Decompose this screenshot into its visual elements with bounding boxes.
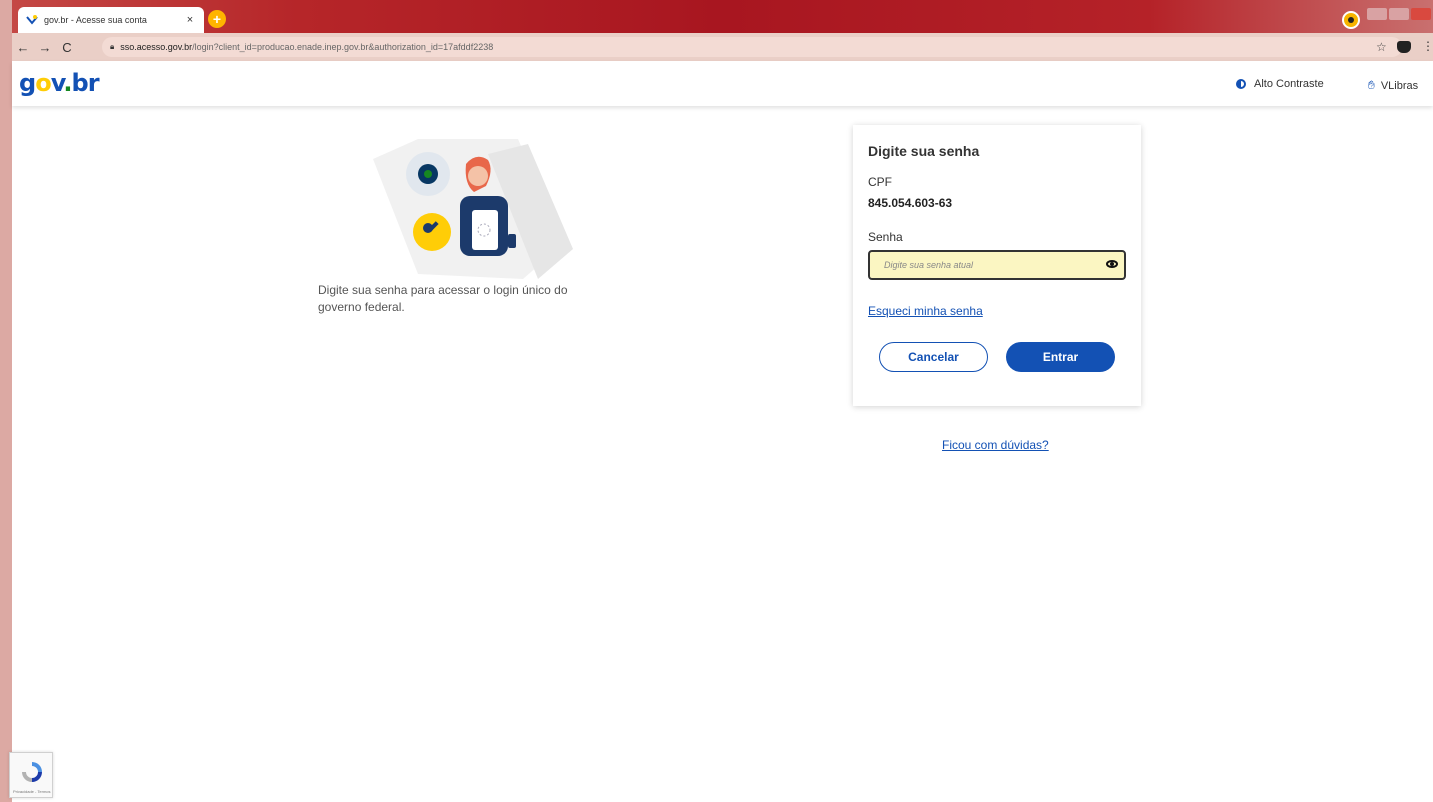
profile-icon[interactable] (1342, 11, 1360, 29)
password-card: Digite sua senha CPF 845.054.603-63 Senh… (853, 125, 1141, 406)
password-label: Senha (868, 230, 903, 244)
page-header: gov.br Alto Contraste ✋︎ VLibras (12, 61, 1433, 106)
password-input[interactable] (884, 260, 1094, 270)
high-contrast-label: Alto Contraste (1254, 78, 1324, 90)
logo-letter: r (87, 69, 100, 97)
extension-icon[interactable] (1397, 41, 1411, 53)
vlibras-hand-icon: ✋︎ (1368, 78, 1375, 92)
lock-icon[interactable]: 🔒︎ (110, 42, 114, 52)
contrast-icon (1236, 79, 1246, 89)
high-contrast-toggle[interactable]: Alto Contraste (1236, 78, 1324, 90)
logo-letter: b (71, 69, 89, 97)
window-controls (1367, 8, 1431, 20)
forward-arrow-icon[interactable]: → (34, 40, 56, 55)
show-password-eye-icon[interactable] (1106, 260, 1118, 268)
logo-letter: g (19, 69, 36, 97)
url-path: /login?client_id=producao.enade.inep.gov… (192, 42, 494, 52)
bookmark-star-icon[interactable]: ☆ (1376, 40, 1387, 54)
browser-window: gov.br - Acesse sua conta × + ← → C 🔒︎ s… (12, 0, 1433, 802)
cancel-button[interactable]: Cancelar (879, 342, 988, 372)
address-bar: ← → C 🔒︎ sso.acesso.gov.br /login?client… (12, 33, 1433, 61)
tab-close-icon[interactable]: × (184, 14, 196, 26)
forgot-password-link[interactable]: Esqueci minha senha (868, 304, 983, 318)
intro-description: Digite sua senha para acessar o login ún… (318, 283, 568, 314)
window-close-icon[interactable] (1411, 8, 1431, 20)
url-field[interactable]: 🔒︎ sso.acesso.gov.br /login?client_id=pr… (102, 37, 1402, 57)
browser-menu-icon[interactable]: ⋮ (1422, 39, 1433, 53)
tab-title: gov.br - Acesse sua conta (44, 15, 147, 25)
back-arrow-icon[interactable]: ← (12, 40, 34, 55)
vlibras-label: VLibras (1380, 79, 1419, 92)
maximize-icon[interactable] (1389, 8, 1409, 20)
browser-tab[interactable]: gov.br - Acesse sua conta × (18, 7, 204, 33)
govbr-favicon-icon (26, 14, 38, 26)
recaptcha-terms[interactable]: Privacidade - Termos (13, 789, 51, 794)
logo-letter: v (50, 69, 65, 97)
vlibras-button[interactable]: ✋︎ VLibras (1368, 78, 1418, 93)
cpf-label: CPF (868, 175, 892, 189)
recaptcha-badge[interactable]: Privacidade - Termos (9, 752, 53, 798)
recaptcha-icon (22, 762, 42, 782)
logo-letter: . (63, 69, 72, 97)
new-tab-button[interactable]: + (208, 10, 226, 28)
submit-button[interactable]: Entrar (1006, 342, 1115, 372)
reload-icon[interactable]: C (56, 40, 78, 55)
logo-letter: o (35, 69, 51, 97)
form-actions: Cancelar Entrar (868, 342, 1126, 372)
password-field-wrapper (868, 250, 1126, 280)
cpf-value: 845.054.603-63 (868, 196, 953, 210)
help-link[interactable]: Ficou com dúvidas? (942, 438, 1049, 452)
login-illustration (358, 134, 578, 284)
url-host: sso.acesso.gov.br (120, 42, 193, 52)
card-title: Digite sua senha (868, 143, 980, 159)
govbr-logo[interactable]: gov.br (19, 69, 100, 97)
tab-strip: gov.br - Acesse sua conta × + (12, 0, 1433, 33)
minimize-icon[interactable] (1367, 8, 1387, 20)
